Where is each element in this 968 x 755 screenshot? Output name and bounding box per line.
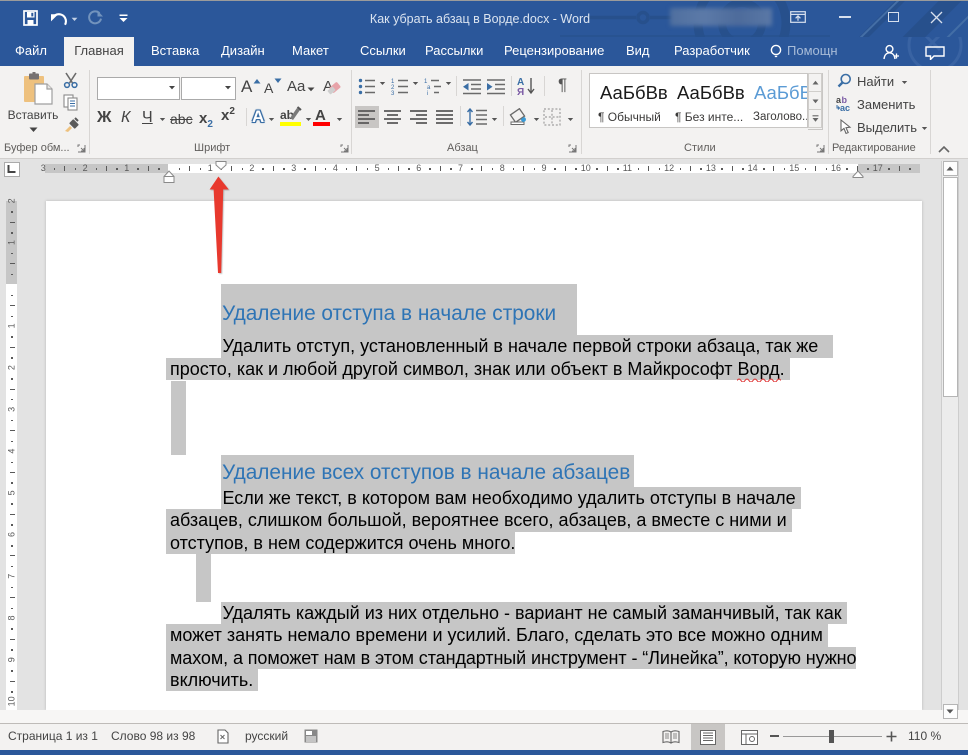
svg-text:7: 7 xyxy=(7,574,17,579)
svg-text:ac: ac xyxy=(840,103,850,112)
svg-text:3: 3 xyxy=(391,91,395,95)
svg-text:i: i xyxy=(427,91,428,95)
svg-text:5: 5 xyxy=(7,490,17,495)
svg-text:1: 1 xyxy=(7,240,17,245)
svg-text:8: 8 xyxy=(7,615,17,620)
svg-text:2: 2 xyxy=(7,198,17,203)
svg-text:Я: Я xyxy=(517,87,524,96)
svg-text:9: 9 xyxy=(7,657,17,662)
svg-text:6: 6 xyxy=(7,532,17,537)
svg-text:2: 2 xyxy=(7,365,17,370)
svg-text:4: 4 xyxy=(7,449,17,454)
svg-text:3: 3 xyxy=(7,407,17,412)
svg-text:1: 1 xyxy=(7,323,17,328)
svg-text:10: 10 xyxy=(7,696,17,706)
